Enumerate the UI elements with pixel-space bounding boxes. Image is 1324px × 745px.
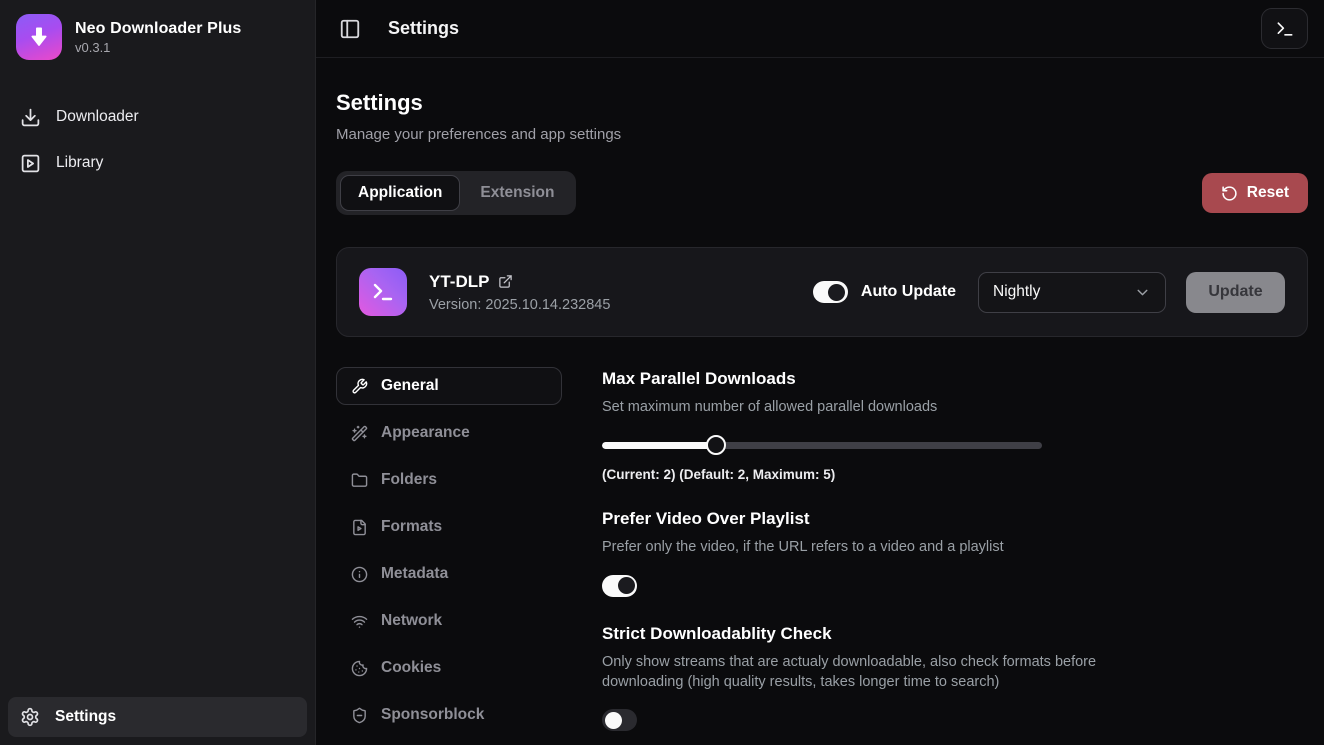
page-subtitle: Manage your preferences and app settings	[336, 126, 1308, 143]
sidebar-item-downloader[interactable]: Downloader	[8, 96, 307, 138]
sidebar-nav: Downloader Library	[8, 96, 307, 184]
settings-nav-formats[interactable]: Formats	[336, 508, 562, 546]
settings-nav: General Appearance Folders	[336, 367, 562, 745]
app-logo-row: Neo Downloader Plus v0.3.1	[8, 14, 307, 60]
wrench-icon	[351, 378, 368, 395]
settings-nav-general[interactable]: General	[336, 367, 562, 405]
cookie-icon	[351, 660, 368, 677]
settings-nav-label: Folders	[381, 471, 437, 489]
settings-grid: General Appearance Folders	[336, 367, 1308, 745]
toggle-knob	[605, 712, 622, 729]
auto-update-toggle[interactable]	[813, 281, 848, 303]
ytdlp-title: YT-DLP	[429, 272, 489, 292]
setting-title: Max Parallel Downloads	[602, 369, 1308, 389]
slider-track	[602, 442, 1042, 449]
reset-button[interactable]: Reset	[1202, 173, 1308, 213]
ytdlp-controls: Auto Update Nightly Update	[813, 272, 1285, 313]
sidebar-spacer	[8, 184, 307, 697]
settings-nav-metadata[interactable]: Metadata	[336, 555, 562, 593]
app-version: v0.3.1	[75, 40, 241, 55]
settings-nav-label: Cookies	[381, 659, 441, 677]
parallel-downloads-slider[interactable]	[602, 435, 1042, 455]
setting-description: Prefer only the video, if the URL refers…	[602, 537, 1114, 557]
download-arrow-icon	[26, 24, 52, 50]
strict-check-toggle[interactable]	[602, 709, 637, 731]
reset-button-label: Reset	[1247, 184, 1289, 202]
sidebar-item-library[interactable]: Library	[8, 142, 307, 184]
tabs-row: Application Extension Reset	[336, 171, 1308, 215]
settings-nav-label: Metadata	[381, 565, 448, 583]
settings-nav-label: Appearance	[381, 424, 470, 442]
wifi-icon	[351, 613, 368, 630]
parallel-slider-fill	[602, 442, 716, 449]
slider-meta: (Current: 2) (Default: 2, Maximum: 5)	[602, 467, 1308, 482]
panel-left-icon	[339, 18, 361, 40]
settings-nav-label: Network	[381, 612, 442, 630]
toggle-knob	[828, 284, 845, 301]
file-video-icon	[351, 519, 368, 536]
page-title: Settings	[336, 90, 1308, 116]
folder-icon	[351, 472, 368, 489]
app-logo	[16, 14, 62, 60]
toggle-knob	[618, 577, 635, 594]
sidebar-item-label: Library	[56, 154, 103, 172]
settings-nav-appearance[interactable]: Appearance	[336, 414, 562, 452]
settings-nav-cookies[interactable]: Cookies	[336, 649, 562, 687]
info-icon	[351, 566, 368, 583]
sidebar-item-settings[interactable]: Settings	[8, 697, 307, 737]
shield-icon	[351, 707, 368, 724]
app-title: Neo Downloader Plus	[75, 20, 241, 38]
settings-nav-sponsorblock[interactable]: Sponsorblock	[336, 696, 562, 734]
settings-nav-label: Sponsorblock	[381, 706, 484, 724]
settings-nav-label: Formats	[381, 518, 442, 536]
external-link-icon[interactable]	[498, 274, 513, 289]
prefer-video-toggle[interactable]	[602, 575, 637, 597]
settings-nav-folders[interactable]: Folders	[336, 461, 562, 499]
tab-group: Application Extension	[336, 171, 576, 215]
app-title-block: Neo Downloader Plus v0.3.1	[75, 20, 241, 55]
rotate-ccw-icon	[1221, 185, 1238, 202]
wand-sparkles-icon	[351, 425, 368, 442]
sidebar-toggle-button[interactable]	[332, 11, 368, 47]
chevron-down-icon	[1134, 284, 1151, 301]
ytdlp-info: YT-DLP Version: 2025.10.14.232845	[429, 272, 610, 313]
update-channel-value: Nightly	[993, 283, 1040, 301]
ytdlp-card: YT-DLP Version: 2025.10.14.232845 Auto U…	[336, 247, 1308, 337]
setting-description: Only show streams that are actualy downl…	[602, 652, 1114, 693]
settings-nav-label: General	[381, 377, 439, 395]
settings-nav-network[interactable]: Network	[336, 602, 562, 640]
settings-panels: Max Parallel Downloads Set maximum numbe…	[602, 367, 1308, 745]
slider-thumb[interactable]	[706, 435, 726, 455]
terminal-icon	[371, 280, 395, 304]
main-area: Settings Settings Manage your preference…	[316, 0, 1324, 745]
sidebar: Neo Downloader Plus v0.3.1 Downloader Li…	[0, 0, 316, 745]
setting-prefer-video: Prefer Video Over Playlist Prefer only t…	[602, 509, 1308, 596]
ytdlp-version: Version: 2025.10.14.232845	[429, 297, 610, 313]
library-icon	[20, 153, 41, 174]
topbar: Settings	[316, 0, 1324, 58]
setting-title: Prefer Video Over Playlist	[602, 509, 1308, 529]
topbar-title: Settings	[388, 18, 459, 39]
app-window: Neo Downloader Plus v0.3.1 Downloader Li…	[0, 0, 1324, 745]
ytdlp-badge	[359, 268, 407, 316]
sidebar-item-label: Settings	[55, 708, 116, 726]
download-icon	[20, 107, 41, 128]
terminal-button[interactable]	[1261, 8, 1308, 49]
tab-extension[interactable]: Extension	[462, 175, 572, 211]
topbar-right	[1261, 8, 1308, 49]
sidebar-item-label: Downloader	[56, 108, 139, 126]
auto-update-label: Auto Update	[861, 283, 956, 301]
terminal-icon	[1275, 19, 1295, 39]
update-button[interactable]: Update	[1186, 272, 1285, 313]
settings-page: Settings Manage your preferences and app…	[316, 58, 1324, 745]
update-channel-select[interactable]: Nightly	[978, 272, 1166, 313]
tab-application[interactable]: Application	[340, 175, 460, 211]
gear-icon	[20, 707, 40, 727]
setting-strict-check: Strict Downloadablity Check Only show st…	[602, 624, 1308, 732]
setting-max-parallel-downloads: Max Parallel Downloads Set maximum numbe…	[602, 369, 1308, 482]
setting-description: Set maximum number of allowed parallel d…	[602, 397, 1114, 417]
setting-title: Strict Downloadablity Check	[602, 624, 1308, 644]
